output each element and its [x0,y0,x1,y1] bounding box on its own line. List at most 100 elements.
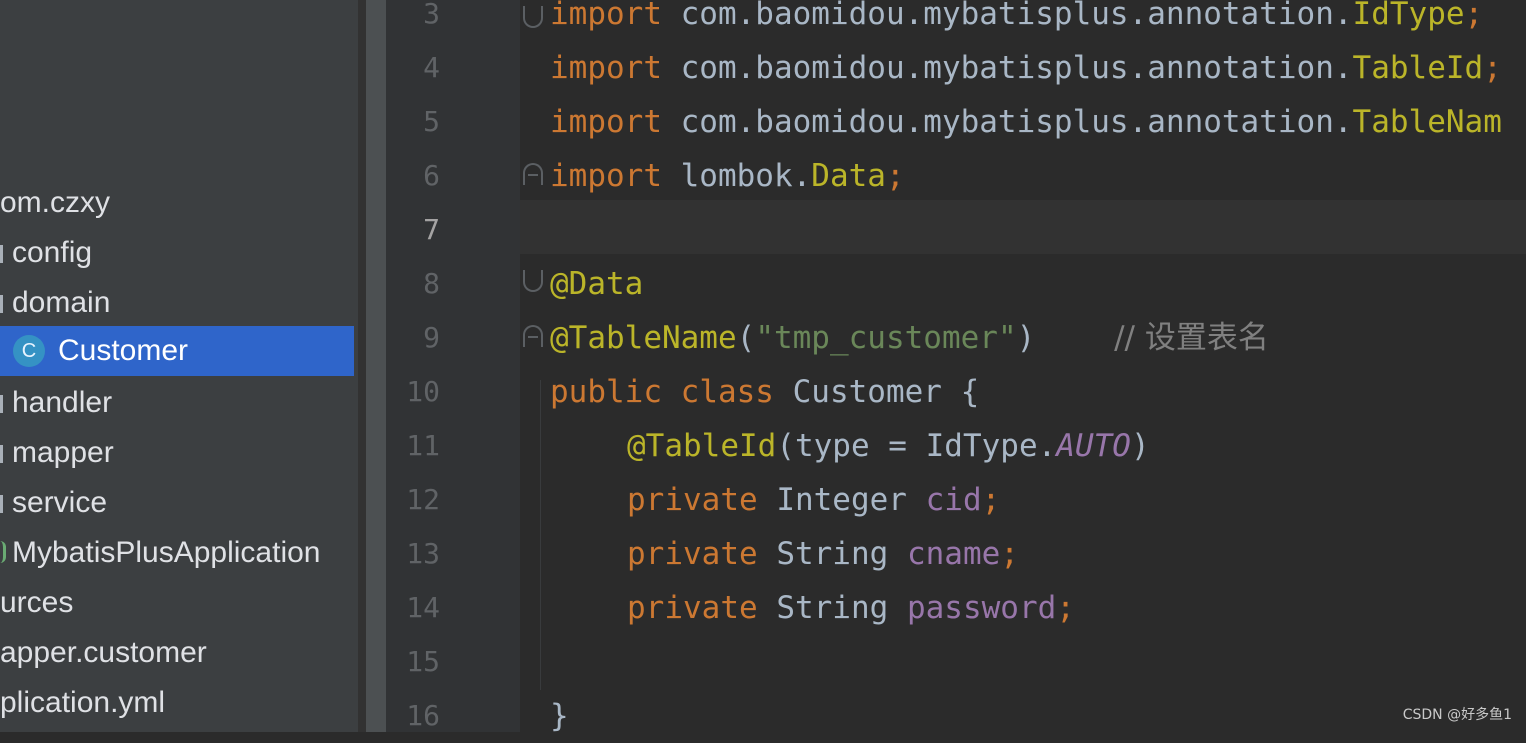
line-comment: // 设置表名 [1035,320,1269,356]
tree-item-mapper-customer[interactable]: apper.customer [0,628,354,678]
closing-brace: } [550,698,569,734]
paren: ( [736,320,756,356]
package-path: com.baomidou.mybatisplus.annotation. [661,50,1353,86]
keyword-public: public [550,374,662,410]
line-number: 9 [423,321,440,354]
indent-guide [540,380,541,690]
line-number: 16 [406,699,440,732]
package-path: com.baomidou.mybatisplus.annotation. [661,0,1353,32]
code-line-5[interactable]: import com.baomidou.mybatisplus.annotati… [550,95,1502,149]
semicolon: ; [885,158,905,194]
tree-item-label: config [12,236,93,269]
tree-item-label: plication.yml [0,686,166,719]
tree-item-service[interactable]: service [0,478,354,528]
code-line-13[interactable]: private String cname; [627,527,1019,581]
package-path: lombok. [661,158,812,194]
tree-item-label: Customer [58,334,189,367]
code-line-9[interactable]: @TableName("tmp_customer") // 设置表名 [550,311,1269,365]
type-name: Integer [757,482,926,518]
keyword-private: private [627,536,758,572]
semicolon: ; [981,482,1001,518]
keyword-import: import [550,158,662,194]
tree-item-config[interactable]: config [0,228,354,278]
line-number: 8 [423,267,440,300]
semicolon: ; [1483,50,1502,86]
tree-item-application-yml[interactable]: plication.yml [0,678,354,728]
tree-item-label: apper.customer [0,636,207,669]
class-name: TableId [1352,50,1484,86]
package-path: com.baomidou.mybatisplus.annotation. [661,104,1353,140]
field-name: cname [906,536,1001,572]
code-line-10[interactable]: public class Customer { [550,365,979,419]
tree-item-label: om.czxy [0,186,111,219]
tree-item-customer[interactable]: C Customer [0,326,354,376]
line-number: 6 [423,159,440,192]
keyword-class: class [680,374,774,410]
line-number: 3 [423,0,440,30]
code-line-3[interactable]: import com.baomidou.mybatisplus.annotati… [550,0,1483,41]
class-declaration: Customer { [773,374,980,410]
tree-item-label: service [12,486,108,519]
folder-icon [0,295,3,313]
fold-minus-icon [528,174,538,176]
line-number: 14 [406,591,440,624]
annotation: @TableName [550,320,737,356]
annotation-args: (type = IdType. [776,428,1057,464]
line-number-current: 7 [423,213,440,246]
semicolon: ; [1056,590,1075,626]
fold-minus-icon [528,336,538,338]
annotation: @Data [550,266,644,302]
tree-item-label: MybatisPlusApplication [12,536,321,569]
field-name: cid [925,482,982,518]
code-line-8[interactable]: @Data [550,257,643,311]
line-number: 11 [406,429,440,462]
folder-icon [0,495,3,513]
line-number: 12 [406,483,440,516]
string-literal: "tmp_customer" [755,320,1017,356]
fold-start-icon[interactable] [523,325,543,347]
class-c-icon: C [13,335,45,367]
folder-icon [0,245,3,263]
watermark: CSDN @好多鱼1 [1402,707,1512,723]
paren: ) [1130,428,1150,464]
tree-item-label: mapper [12,436,114,469]
code-line-16[interactable]: } [550,689,569,743]
class-name: IdType [1352,0,1465,32]
tree-item-resources[interactable]: urces [0,578,354,628]
paren: ) [1016,320,1036,356]
tree-item-package[interactable]: om.czxy [0,178,354,228]
folder-icon [0,395,3,413]
code-line-12[interactable]: private Integer cid; [627,473,1000,527]
keyword-import: import [550,50,662,86]
enum-constant: AUTO [1056,428,1131,464]
fold-end-icon[interactable] [523,6,543,28]
line-number: 13 [406,537,440,570]
code-line-14[interactable]: private String password; [627,581,1075,635]
tree-item-mybatisplusapplication[interactable]: MybatisPlusApplication [0,528,354,578]
keyword-import: import [550,104,662,140]
semicolon: ; [1000,536,1019,572]
tree-item-handler[interactable]: handler [0,378,354,428]
spring-boot-icon [0,541,6,563]
tree-item-domain[interactable]: domain [0,278,354,328]
keyword-import: import [550,0,662,32]
code-line-4[interactable]: import com.baomidou.mybatisplus.annotati… [550,41,1502,95]
tree-item-mapper[interactable]: mapper [0,428,354,478]
folder-icon [0,445,3,463]
fold-start-icon[interactable] [523,163,543,185]
tree-item-label: urces [0,586,74,619]
line-number: 15 [406,645,440,678]
type-name: String [757,590,907,626]
line-number: 5 [423,105,440,138]
keyword-private: private [627,482,758,518]
fold-end-icon[interactable] [523,270,543,292]
type-name: String [757,536,907,572]
keyword-private: private [627,590,758,626]
tree-item-label: handler [12,386,113,419]
line-number: 10 [406,375,440,408]
code-line-11[interactable]: @TableId(type = IdType.AUTO) [627,419,1150,473]
editor-gutter: 3 4 5 6 7 8 9 10 11 12 13 14 15 16 [386,0,520,732]
annotation: @TableId [627,428,777,464]
code-line-6[interactable]: import lombok.Data; [550,149,905,203]
